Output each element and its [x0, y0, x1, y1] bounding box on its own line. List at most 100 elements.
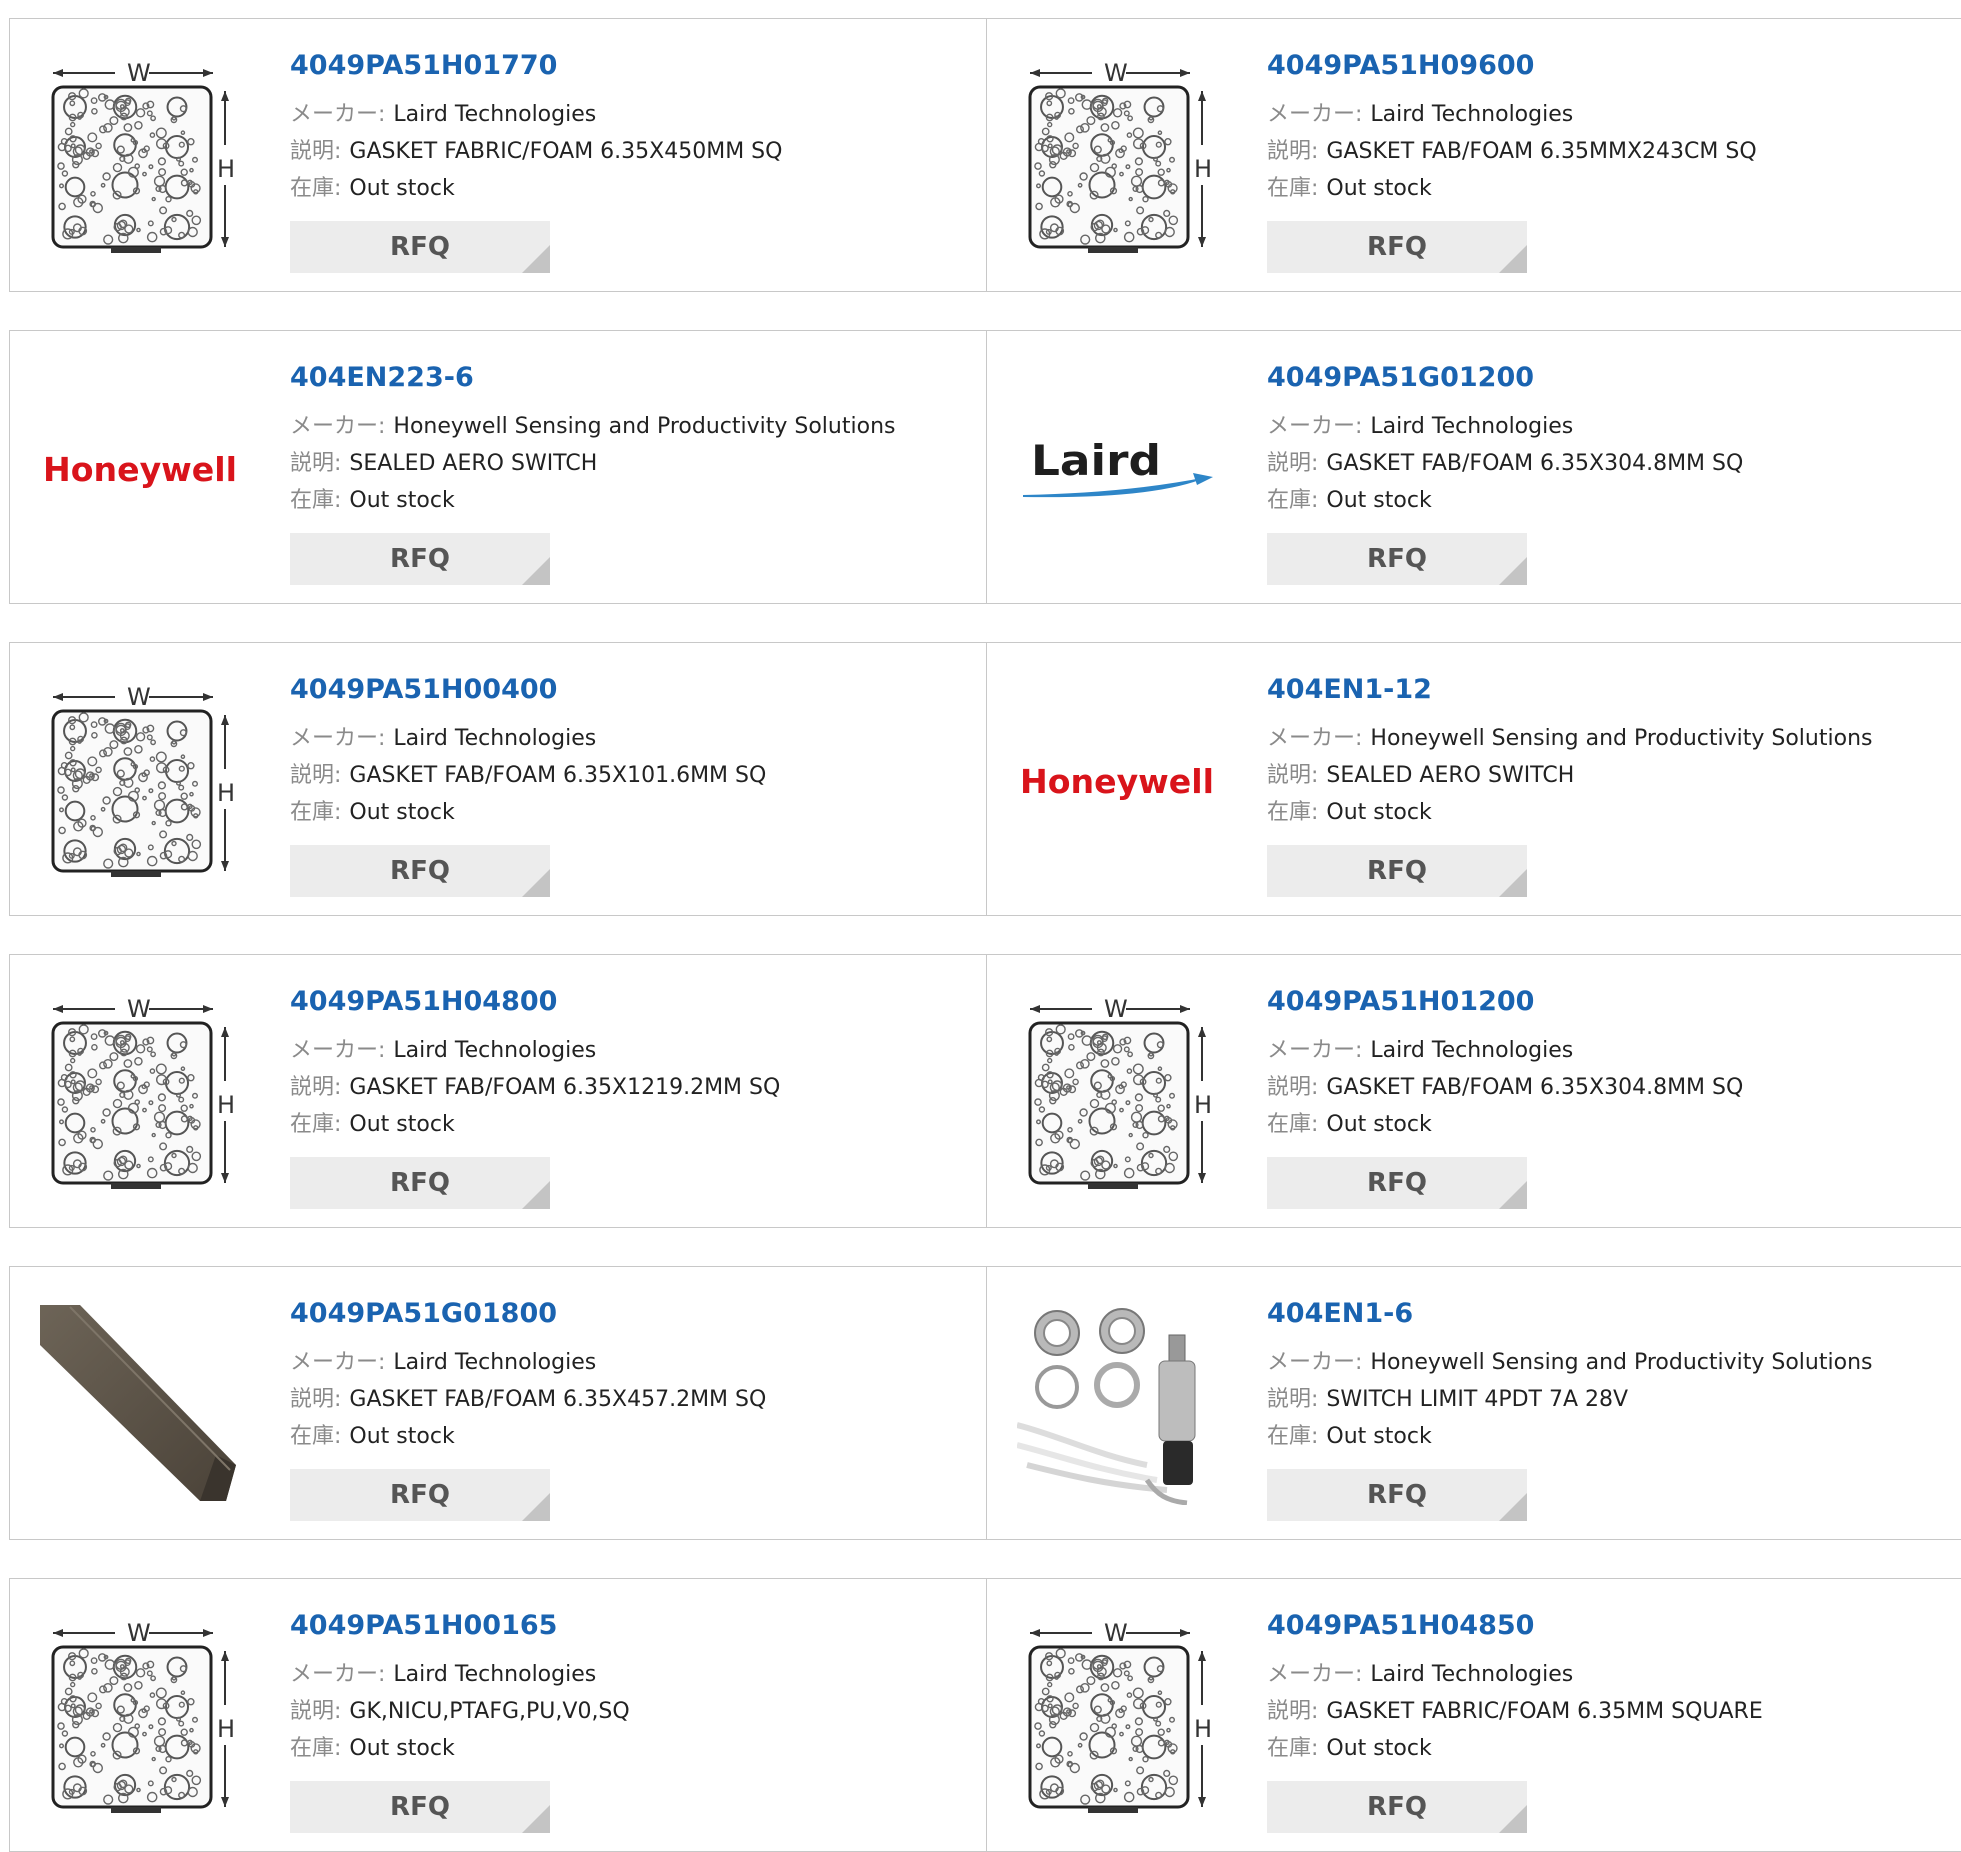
description-row: 説明: GASKET FAB/FOAM 6.35X304.8MM SQ	[1267, 445, 1954, 482]
stock-label: 在庫:	[1267, 800, 1319, 825]
part-number-link[interactable]: 4049PA51H01200	[1267, 985, 1954, 1019]
product-image-gasket-diagram[interactable]: W H	[40, 993, 240, 1193]
product-card: W H 4049PA51H01770 メーカー: Laird Technologi…	[9, 18, 987, 292]
part-number-link[interactable]: 4049PA51H04850	[1267, 1609, 1954, 1643]
part-number-link[interactable]: 4049PA51H00165	[290, 1609, 976, 1643]
stock-value: Out stock	[1326, 1736, 1432, 1761]
stock-value: Out stock	[349, 1424, 455, 1449]
product-card: Laird 4049PA51G01200 メーカー: Laird Technolo…	[987, 330, 1961, 604]
rfq-button[interactable]: RFQ	[290, 1469, 550, 1521]
product-info: 404EN223-6 メーカー: Honeywell Sensing and Pr…	[290, 361, 976, 519]
product-image-gasket-diagram[interactable]: W H	[40, 1617, 240, 1817]
stock-value: Out stock	[1326, 488, 1432, 513]
description-label: 説明:	[1267, 1075, 1319, 1100]
rfq-button[interactable]: RFQ	[1267, 845, 1527, 897]
maker-row: メーカー: Laird Technologies	[290, 96, 976, 133]
part-number-link[interactable]: 404EN1-12	[1267, 673, 1954, 707]
stock-label: 在庫:	[1267, 176, 1319, 201]
maker-row: メーカー: Laird Technologies	[1267, 408, 1954, 445]
maker-label: メーカー:	[1267, 1350, 1363, 1375]
corner-fold-icon	[1499, 557, 1527, 585]
svg-text:H: H	[217, 779, 235, 807]
product-image-laird-logo[interactable]: Laird	[1017, 369, 1217, 569]
description-label: 説明:	[1267, 763, 1319, 788]
product-info: 4049PA51H00400 メーカー: Laird Technologies 説…	[290, 673, 976, 831]
stock-row: 在庫: Out stock	[290, 1730, 976, 1767]
description-label: 説明:	[290, 1075, 342, 1100]
rfq-button[interactable]: RFQ	[290, 533, 550, 585]
description-label: 説明:	[290, 763, 342, 788]
maker-row: メーカー: Honeywell Sensing and Productivity …	[1267, 1344, 1954, 1381]
rfq-button[interactable]: RFQ	[1267, 1781, 1527, 1833]
maker-label: メーカー:	[1267, 726, 1363, 751]
stock-value: Out stock	[349, 800, 455, 825]
part-number-link[interactable]: 4049PA51H00400	[290, 673, 976, 707]
maker-row: メーカー: Laird Technologies	[290, 1032, 976, 1069]
product-card: W H 4049PA51H04850 メーカー: Laird Technologi…	[987, 1578, 1961, 1852]
rfq-button[interactable]: RFQ	[290, 845, 550, 897]
description-value: GASKET FAB/FOAM 6.35X304.8MM SQ	[1326, 1075, 1744, 1100]
rfq-label: RFQ	[390, 1168, 450, 1198]
product-image-gasket-diagram[interactable]: W H	[1017, 993, 1217, 1193]
corner-fold-icon	[522, 1181, 550, 1209]
part-number-link[interactable]: 4049PA51G01800	[290, 1297, 976, 1331]
stock-row: 在庫: Out stock	[290, 794, 976, 831]
description-row: 説明: SEALED AERO SWITCH	[1267, 757, 1954, 794]
description-label: 説明:	[1267, 139, 1319, 164]
rfq-label: RFQ	[390, 1792, 450, 1822]
product-info: 4049PA51H01200 メーカー: Laird Technologies 説…	[1267, 985, 1954, 1143]
corner-fold-icon	[1499, 1493, 1527, 1521]
stock-row: 在庫: Out stock	[290, 170, 976, 207]
svg-text:W: W	[1104, 995, 1128, 1023]
part-number-link[interactable]: 4049PA51H09600	[1267, 49, 1954, 83]
rfq-button[interactable]: RFQ	[1267, 533, 1527, 585]
part-number-link[interactable]: 4049PA51G01200	[1267, 361, 1954, 395]
product-image-gasket-strip-photo[interactable]	[40, 1305, 240, 1505]
product-image-limit-switch-photo[interactable]	[1017, 1305, 1217, 1505]
svg-text:H: H	[1194, 1091, 1212, 1119]
svg-text:Honeywell: Honeywell	[43, 450, 237, 489]
rfq-button[interactable]: RFQ	[290, 221, 550, 273]
stock-label: 在庫:	[290, 176, 342, 201]
part-number-link[interactable]: 4049PA51H04800	[290, 985, 976, 1019]
rfq-button[interactable]: RFQ	[1267, 1157, 1527, 1209]
product-image-honeywell-logo[interactable]: Honeywell	[40, 369, 240, 569]
corner-fold-icon	[1499, 869, 1527, 897]
product-image-gasket-diagram[interactable]: W H	[40, 57, 240, 257]
maker-value: Laird Technologies	[393, 1350, 597, 1375]
svg-text:H: H	[217, 1715, 235, 1743]
maker-row: メーカー: Honeywell Sensing and Productivity …	[1267, 720, 1954, 757]
rfq-button[interactable]: RFQ	[290, 1781, 550, 1833]
maker-value: Laird Technologies	[393, 1662, 597, 1687]
description-value: GASKET FAB/FOAM 6.35X101.6MM SQ	[349, 763, 767, 788]
product-info: 4049PA51G01800 メーカー: Laird Technologies 説…	[290, 1297, 976, 1455]
part-number-link[interactable]: 404EN1-6	[1267, 1297, 1954, 1331]
description-value: GK,NICU,PTAFG,PU,V0,SQ	[349, 1699, 630, 1724]
product-card: Honeywell 404EN1-12 メーカー: Honeywell Sensi…	[987, 642, 1961, 916]
rfq-button[interactable]: RFQ	[1267, 1469, 1527, 1521]
product-card: Honeywell 404EN223-6 メーカー: Honeywell Sens…	[9, 330, 987, 604]
svg-text:H: H	[217, 155, 235, 183]
product-image-gasket-diagram[interactable]: W H	[40, 681, 240, 881]
description-label: 説明:	[290, 139, 342, 164]
product-image-gasket-diagram[interactable]: W H	[1017, 1617, 1217, 1817]
corner-fold-icon	[1499, 245, 1527, 273]
stock-label: 在庫:	[290, 1736, 342, 1761]
product-info: 404EN1-12 メーカー: Honeywell Sensing and Pro…	[1267, 673, 1954, 831]
description-row: 説明: GASKET FAB/FOAM 6.35X101.6MM SQ	[290, 757, 976, 794]
description-row: 説明: GASKET FABRIC/FOAM 6.35MM SQUARE	[1267, 1693, 1954, 1730]
maker-value: Laird Technologies	[393, 726, 597, 751]
product-info: 4049PA51H04800 メーカー: Laird Technologies 説…	[290, 985, 976, 1143]
product-image-gasket-diagram[interactable]: W H	[1017, 57, 1217, 257]
maker-label: メーカー:	[290, 726, 386, 751]
maker-row: メーカー: Laird Technologies	[1267, 1032, 1954, 1069]
product-image-honeywell-logo[interactable]: Honeywell	[1017, 681, 1217, 881]
product-card: W H 4049PA51H01200 メーカー: Laird Technologi…	[987, 954, 1961, 1228]
rfq-button[interactable]: RFQ	[290, 1157, 550, 1209]
part-number-link[interactable]: 4049PA51H01770	[290, 49, 976, 83]
stock-row: 在庫: Out stock	[290, 1106, 976, 1143]
stock-label: 在庫:	[290, 800, 342, 825]
product-card: W H 4049PA51H00165 メーカー: Laird Technologi…	[9, 1578, 987, 1852]
rfq-button[interactable]: RFQ	[1267, 221, 1527, 273]
part-number-link[interactable]: 404EN223-6	[290, 361, 976, 395]
